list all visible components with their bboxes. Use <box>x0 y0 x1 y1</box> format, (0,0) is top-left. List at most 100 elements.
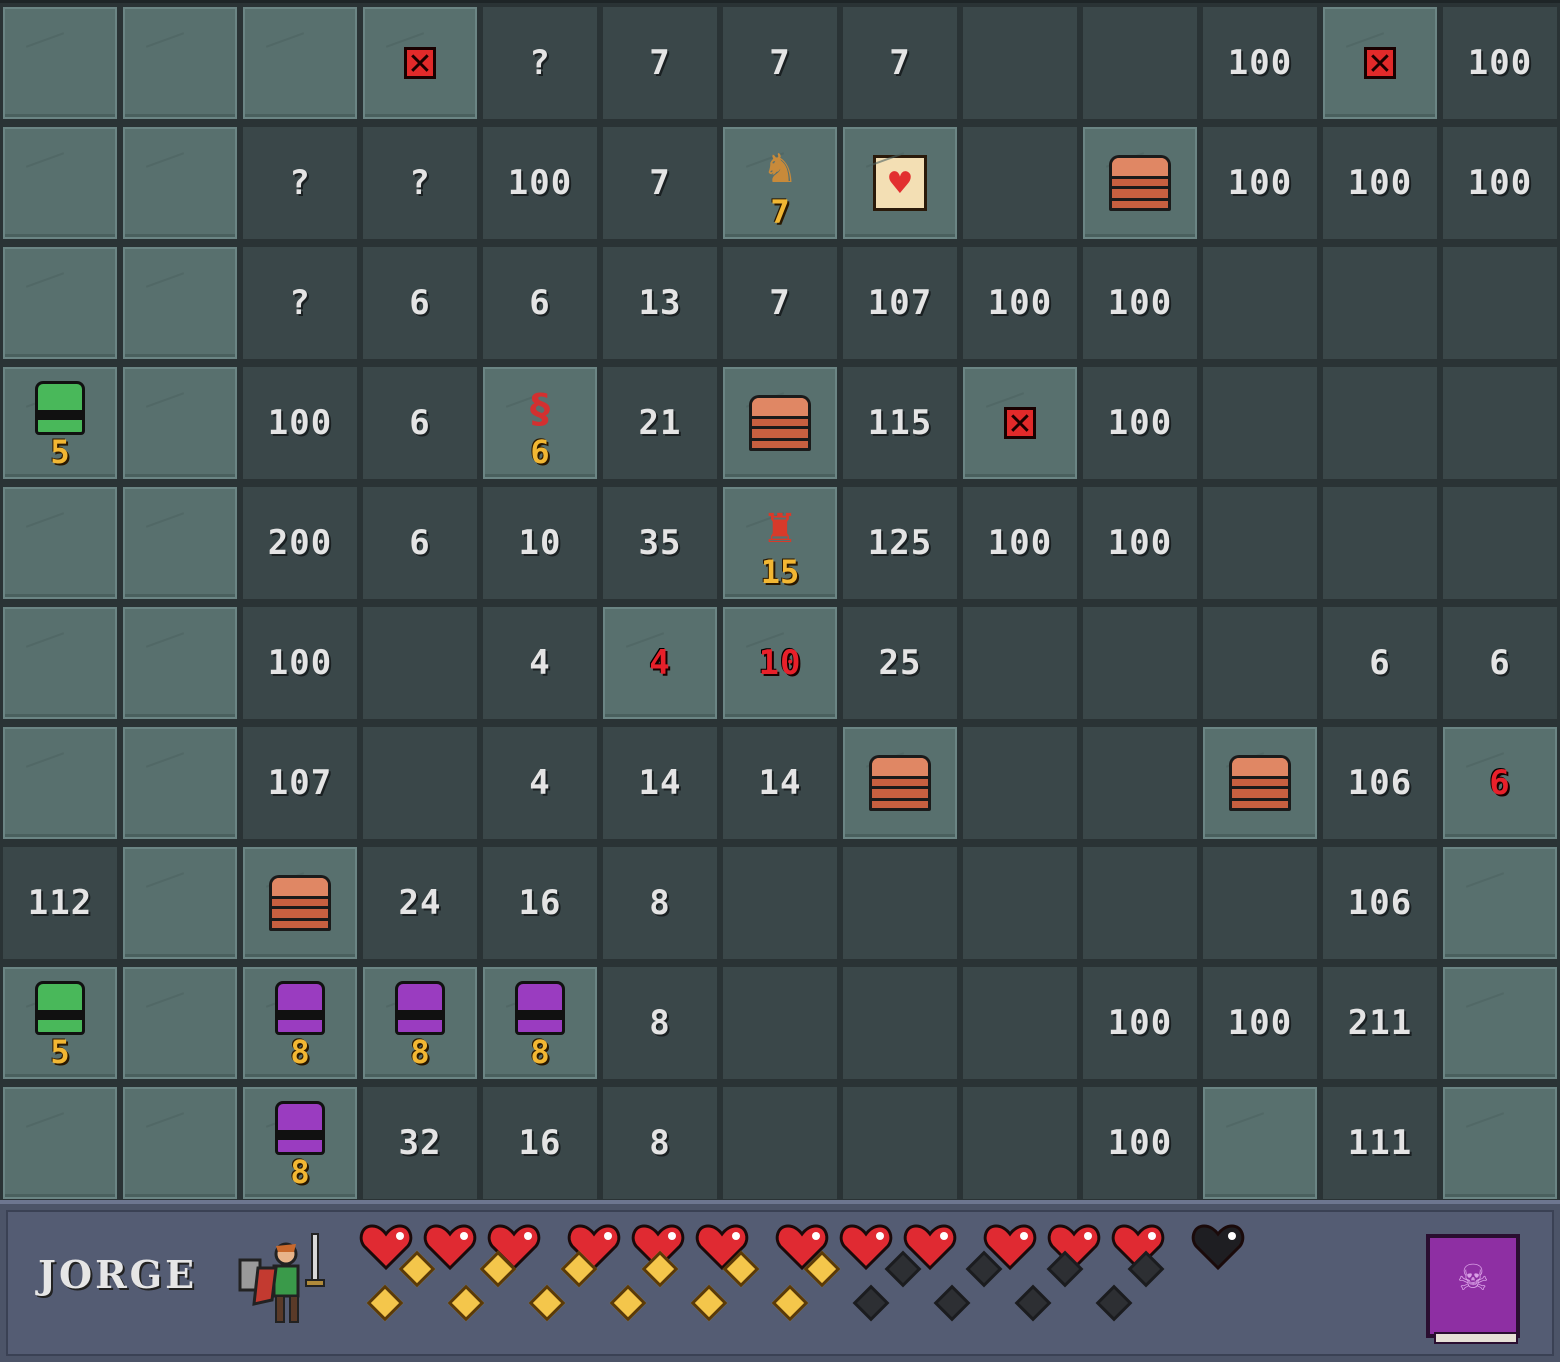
number-tile[interactable]: 6 <box>1443 727 1557 839</box>
empty-tile[interactable] <box>1083 607 1197 719</box>
hidden-tile[interactable] <box>1203 1087 1317 1199</box>
number-tile[interactable]: 8 <box>603 967 717 1079</box>
empty-tile[interactable] <box>963 967 1077 1079</box>
empty-tile[interactable] <box>963 7 1077 119</box>
chest-tile[interactable]: 8 <box>243 967 357 1079</box>
empty-tile[interactable] <box>1083 847 1197 959</box>
number-tile[interactable]: ? <box>243 127 357 239</box>
number-tile[interactable]: 8 <box>603 1087 717 1199</box>
empty-tile[interactable] <box>1443 367 1557 479</box>
hidden-tile[interactable] <box>123 127 237 239</box>
number-tile[interactable]: 6 <box>363 247 477 359</box>
number-tile[interactable]: 100 <box>1203 127 1317 239</box>
empty-tile[interactable] <box>843 967 957 1079</box>
number-tile[interactable]: 7 <box>603 7 717 119</box>
empty-tile[interactable] <box>1203 607 1317 719</box>
number-tile[interactable]: 10 <box>723 607 837 719</box>
number-tile[interactable]: 100 <box>1083 367 1197 479</box>
number-tile[interactable]: 16 <box>483 847 597 959</box>
empty-tile[interactable] <box>723 967 837 1079</box>
number-tile[interactable]: 100 <box>1323 127 1437 239</box>
hidden-tile[interactable] <box>3 7 117 119</box>
empty-tile[interactable] <box>1203 367 1317 479</box>
number-tile[interactable]: 14 <box>723 727 837 839</box>
empty-tile[interactable] <box>723 1087 837 1199</box>
number-tile[interactable]: 35 <box>603 487 717 599</box>
hidden-tile[interactable] <box>123 367 237 479</box>
number-tile[interactable]: 107 <box>843 247 957 359</box>
hidden-tile[interactable] <box>3 247 117 359</box>
wall-tile[interactable] <box>1203 727 1317 839</box>
monster-tile[interactable]: § 6 <box>483 367 597 479</box>
number-tile[interactable]: 115 <box>843 367 957 479</box>
spellbook-button[interactable]: ☠ <box>1426 1234 1520 1344</box>
number-tile[interactable]: ? <box>243 247 357 359</box>
number-tile[interactable]: 100 <box>1083 1087 1197 1199</box>
empty-tile[interactable] <box>963 727 1077 839</box>
empty-tile[interactable] <box>963 1087 1077 1199</box>
number-tile[interactable]: 4 <box>483 727 597 839</box>
flagged-tile[interactable]: ✕ <box>963 367 1077 479</box>
empty-tile[interactable] <box>1443 247 1557 359</box>
empty-tile[interactable] <box>723 847 837 959</box>
number-tile[interactable]: 6 <box>363 367 477 479</box>
number-tile[interactable]: 6 <box>363 487 477 599</box>
number-tile[interactable]: 25 <box>843 607 957 719</box>
number-tile[interactable]: 7 <box>723 7 837 119</box>
empty-tile[interactable] <box>963 607 1077 719</box>
wall-tile[interactable] <box>723 367 837 479</box>
hidden-tile[interactable] <box>1443 847 1557 959</box>
number-tile[interactable]: 8 <box>603 847 717 959</box>
empty-tile[interactable] <box>1083 7 1197 119</box>
flagged-tile[interactable]: ✕ <box>1323 7 1437 119</box>
hidden-tile[interactable] <box>1443 967 1557 1079</box>
hidden-tile[interactable] <box>123 727 237 839</box>
empty-tile[interactable] <box>1203 487 1317 599</box>
number-tile[interactable]: 7 <box>723 247 837 359</box>
chest-tile[interactable]: 8 <box>243 1087 357 1199</box>
empty-tile[interactable] <box>1323 487 1437 599</box>
number-tile[interactable]: 100 <box>483 127 597 239</box>
hidden-tile[interactable] <box>3 127 117 239</box>
number-tile[interactable]: 4 <box>483 607 597 719</box>
number-tile[interactable]: 100 <box>963 487 1077 599</box>
chest-tile[interactable]: 8 <box>363 967 477 1079</box>
hidden-tile[interactable] <box>123 967 237 1079</box>
number-tile[interactable]: 6 <box>1323 607 1437 719</box>
empty-tile[interactable] <box>1203 847 1317 959</box>
number-tile[interactable]: 100 <box>1083 967 1197 1079</box>
number-tile[interactable]: 100 <box>243 367 357 479</box>
monster-tile[interactable]: ♞ 7 <box>723 127 837 239</box>
number-tile[interactable]: 16 <box>483 1087 597 1199</box>
flagged-tile[interactable]: ✕ <box>363 7 477 119</box>
number-tile[interactable]: 6 <box>483 247 597 359</box>
hidden-tile[interactable] <box>1443 1087 1557 1199</box>
number-tile[interactable]: ? <box>483 7 597 119</box>
empty-tile[interactable] <box>1083 727 1197 839</box>
hidden-tile[interactable] <box>3 487 117 599</box>
number-tile[interactable]: 125 <box>843 487 957 599</box>
wall-tile[interactable] <box>1083 127 1197 239</box>
number-tile[interactable]: 13 <box>603 247 717 359</box>
heart-scroll-tile[interactable]: ♥ <box>843 127 957 239</box>
number-tile[interactable]: 100 <box>1443 7 1557 119</box>
hidden-tile[interactable] <box>123 847 237 959</box>
number-tile[interactable]: 100 <box>1203 967 1317 1079</box>
number-tile[interactable]: 10 <box>483 487 597 599</box>
chest-tile[interactable]: 8 <box>483 967 597 1079</box>
number-tile[interactable]: 32 <box>363 1087 477 1199</box>
hidden-tile[interactable] <box>123 607 237 719</box>
hidden-tile[interactable] <box>123 487 237 599</box>
number-tile[interactable]: 100 <box>1443 127 1557 239</box>
number-tile[interactable]: 100 <box>1083 487 1197 599</box>
wall-tile[interactable] <box>843 727 957 839</box>
number-tile[interactable]: 211 <box>1323 967 1437 1079</box>
number-tile[interactable]: 111 <box>1323 1087 1437 1199</box>
hidden-tile[interactable] <box>3 607 117 719</box>
number-tile[interactable]: 200 <box>243 487 357 599</box>
number-tile[interactable]: ? <box>363 127 477 239</box>
number-tile[interactable]: 106 <box>1323 727 1437 839</box>
empty-tile[interactable] <box>1323 367 1437 479</box>
number-tile[interactable]: 7 <box>843 7 957 119</box>
hidden-tile[interactable] <box>123 247 237 359</box>
